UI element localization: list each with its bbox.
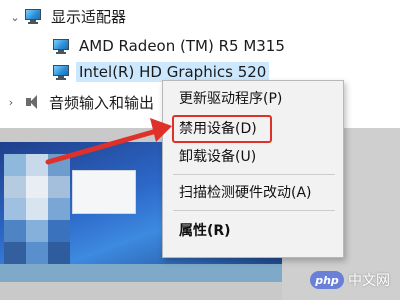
- taskbar: [0, 264, 282, 282]
- menu-separator: [173, 210, 335, 211]
- tree-category-label: 音频输入和输出: [49, 93, 155, 112]
- menu-item-update-driver[interactable]: 更新驱动程序(P): [163, 85, 343, 111]
- display-adapter-icon: [24, 8, 42, 24]
- context-menu: 更新驱动程序(P) 禁用设备(D) 卸载设备(U) 扫描检测硬件改动(A) 属性…: [162, 80, 344, 258]
- menu-item-properties[interactable]: 属性(R): [163, 217, 343, 243]
- tree-device-amd[interactable]: AMD Radeon (TM) R5 M315: [52, 34, 288, 58]
- tree-category-audio[interactable]: 音频输入和输出: [24, 90, 157, 114]
- menu-separator: [173, 174, 335, 175]
- display-adapter-icon: [52, 38, 70, 54]
- blurred-window-thumbnail: [72, 170, 136, 214]
- collapse-chevron-icon[interactable]: ⌄: [10, 10, 20, 24]
- highlight-box: [172, 115, 272, 143]
- menu-item-scan-hardware[interactable]: 扫描检测硬件改动(A): [163, 179, 343, 205]
- expand-chevron-icon[interactable]: ›: [6, 95, 16, 109]
- watermark: php 中文网: [310, 270, 390, 290]
- tree-device-label: AMD Radeon (TM) R5 M315: [79, 37, 285, 55]
- tree-category-label: 显示适配器: [51, 7, 127, 26]
- watermark-text: 中文网: [348, 272, 390, 288]
- display-adapter-icon: [52, 64, 70, 80]
- tree-category-display-adapters[interactable]: 显示适配器: [24, 4, 129, 28]
- menu-item-uninstall-device[interactable]: 卸载设备(U): [163, 143, 343, 169]
- watermark-logo: php: [310, 271, 344, 289]
- speaker-icon: [24, 94, 40, 110]
- tree-device-label: Intel(R) HD Graphics 520: [76, 62, 270, 82]
